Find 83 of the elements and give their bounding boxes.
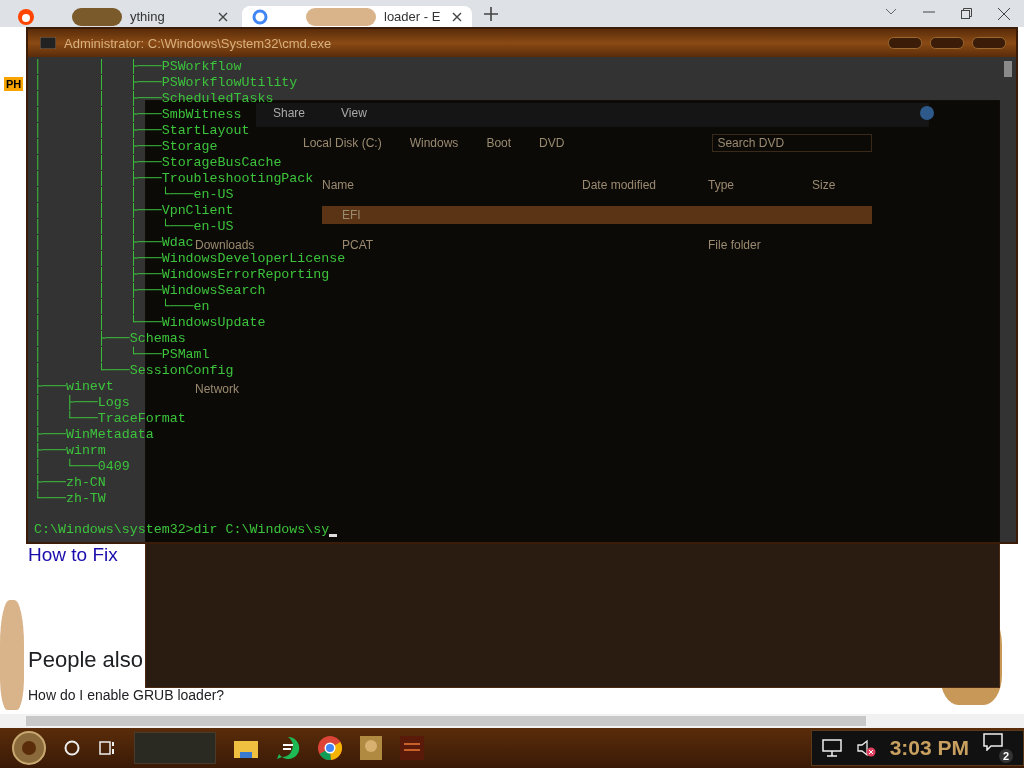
console-line: │ │ ├───StorageBusCache [34,155,282,170]
window-title: Administrator: C:\Windows\System32\cmd.exe [64,35,332,51]
network-icon[interactable] [821,739,842,757]
console-line: │ │ │ └───en [34,299,210,315]
scrollbar-thumb[interactable] [1004,61,1012,77]
console-line: ├───WinMetadata [34,427,154,442]
file-row[interactable]: EFI [322,206,872,224]
clock[interactable]: 3:03 PM [889,736,969,760]
console-line: │ │ ├───WindowsDeveloperLicense [34,251,346,266]
console-line: │ │ ├───WindowsErrorReporting [34,267,330,282]
console-line: │ └───SessionConfig [34,363,234,378]
breadcrumb-item[interactable]: Boot [486,136,512,150]
section-heading: People also [28,647,143,673]
console-line: │ │ └───PSMaml [34,347,210,363]
column-header[interactable]: Type [708,178,812,192]
chevron-icon[interactable] [885,7,897,16]
console-line: │ └───TraceFormat [34,411,186,426]
ribbon-tab[interactable]: View [341,106,367,120]
nav-item[interactable]: Downloads [195,238,255,252]
file-name: EFI [341,208,362,222]
chrome-icon[interactable] [318,736,342,760]
console-line: │ │ ├───Storage [34,139,218,154]
text-cursor [329,533,338,537]
file-row[interactable]: PCAT File folder [322,236,872,254]
speaker-icon[interactable] [855,739,876,757]
console-line: ├───zh-CN [34,475,106,491]
tab-title: loader - E [384,9,442,24]
close-icon[interactable] [452,11,462,22]
tab-title: ything [130,9,166,24]
notification-button[interactable]: 2 [983,733,1013,763]
console-line: │ │ └───WindowsUpdate [34,315,266,330]
search-result-badge: PH [4,77,24,91]
column-header[interactable]: Date modified [582,178,708,192]
console-line: │ │ ├───VpnClient [34,203,234,219]
console-line: │ │ ├───WindowsSearch [34,283,266,299]
console-line: │ │ ├───SmbWitness [34,107,242,122]
console-line: │ ├───Schemas [34,331,186,347]
cartoon-placeholder [306,7,376,26]
command-prompt[interactable]: C:\Windows\system32>dir C:\Windows\sy [34,522,330,538]
maximize-button[interactable] [930,37,964,49]
notification-icon[interactable] [983,733,1003,751]
console-line: │ │ │ └───en-US [34,187,234,202]
console-line: ├───winevt [34,379,114,394]
console-line: │ ├───Logs [34,395,130,411]
console-line: │ │ ├───Wdac [34,235,194,250]
circle-icon[interactable] [64,740,80,756]
breadcrumb-item[interactable]: Local Disk (C:) [303,136,382,150]
console-line: │ │ ├───PSWorkflowUtility [34,75,298,90]
console-line: ├───winrm [34,443,106,459]
question-link[interactable]: How do I enable GRUB loader? [28,687,225,703]
browser-tab[interactable]: loader - E [242,6,472,27]
console-line: │ │ ├───StartLayout [34,123,250,138]
restore-icon[interactable] [961,7,972,19]
horizontal-scrollbar[interactable] [0,714,1024,728]
console-line: │ │ ├───ScheduledTasks [34,91,274,106]
console-line: │ └───0409 [34,459,130,474]
breadcrumb-item[interactable]: DVD [539,136,565,150]
minimize-button[interactable] [888,37,922,49]
folder-icon[interactable] [234,738,258,758]
close-icon[interactable] [998,7,1010,20]
task-view-icon[interactable] [98,740,116,756]
close-icon[interactable] [218,11,228,22]
new-tab-icon[interactable] [484,6,498,21]
help-icon[interactable] [920,106,934,120]
console-line: └───zh-TW [34,491,106,507]
breadcrumb-item[interactable]: Windows [409,136,459,150]
console-line: │ │ ├───PSWorkflow [34,59,242,74]
column-header[interactable]: Size [812,178,872,192]
column-header[interactable]: Name [322,178,582,192]
notification-count: 2 [999,749,1013,763]
file-type: File folder [708,238,762,252]
app-icon[interactable] [400,736,424,760]
search-result-link[interactable]: How to Fix [28,543,118,567]
console-line: │ │ │ └───en-US [34,219,234,234]
google-icon[interactable] [252,8,268,25]
file-name: PCAT [342,238,375,252]
ribbon-tab[interactable]: Share [273,106,306,120]
console-line: │ │ ├───TroubleshootingPack [34,171,314,187]
close-button[interactable] [972,37,1006,49]
reddit-icon[interactable] [18,8,34,25]
search-field[interactable]: Search DVD [712,134,873,152]
start-gear-icon[interactable] [12,731,46,765]
nav-item[interactable]: Network [195,382,239,396]
